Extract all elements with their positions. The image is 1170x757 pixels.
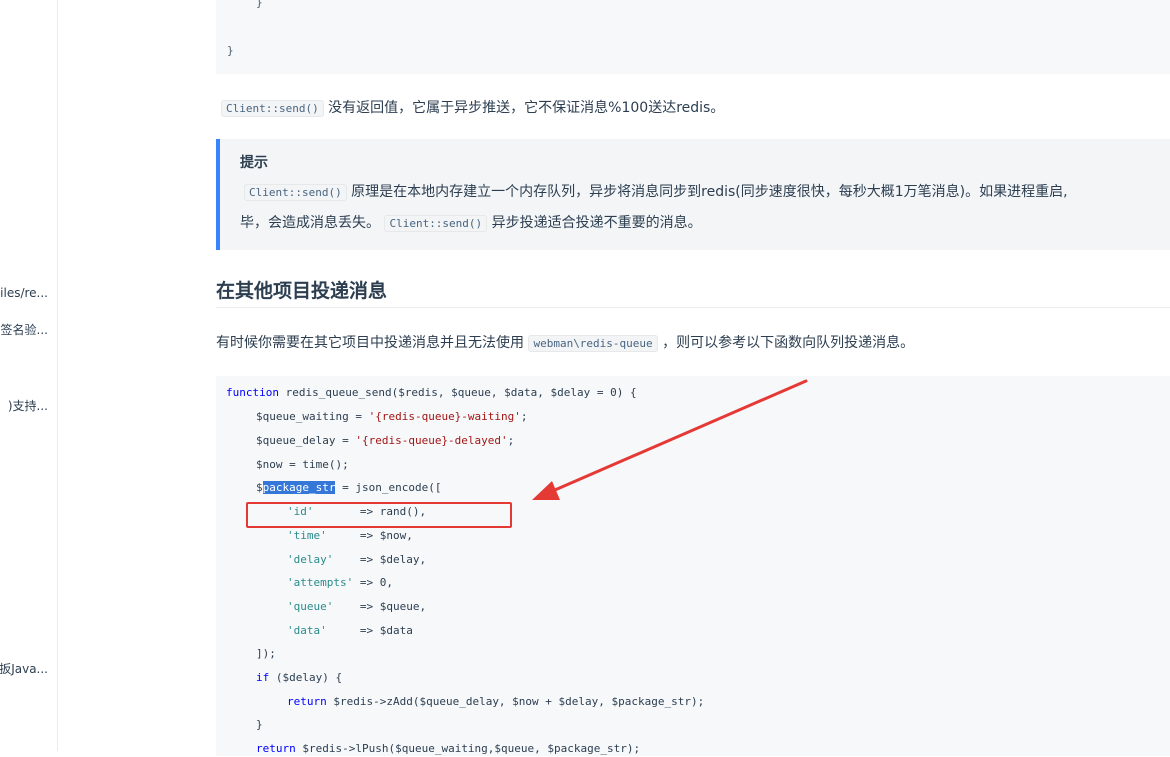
annotation-arrow-icon xyxy=(532,379,808,500)
